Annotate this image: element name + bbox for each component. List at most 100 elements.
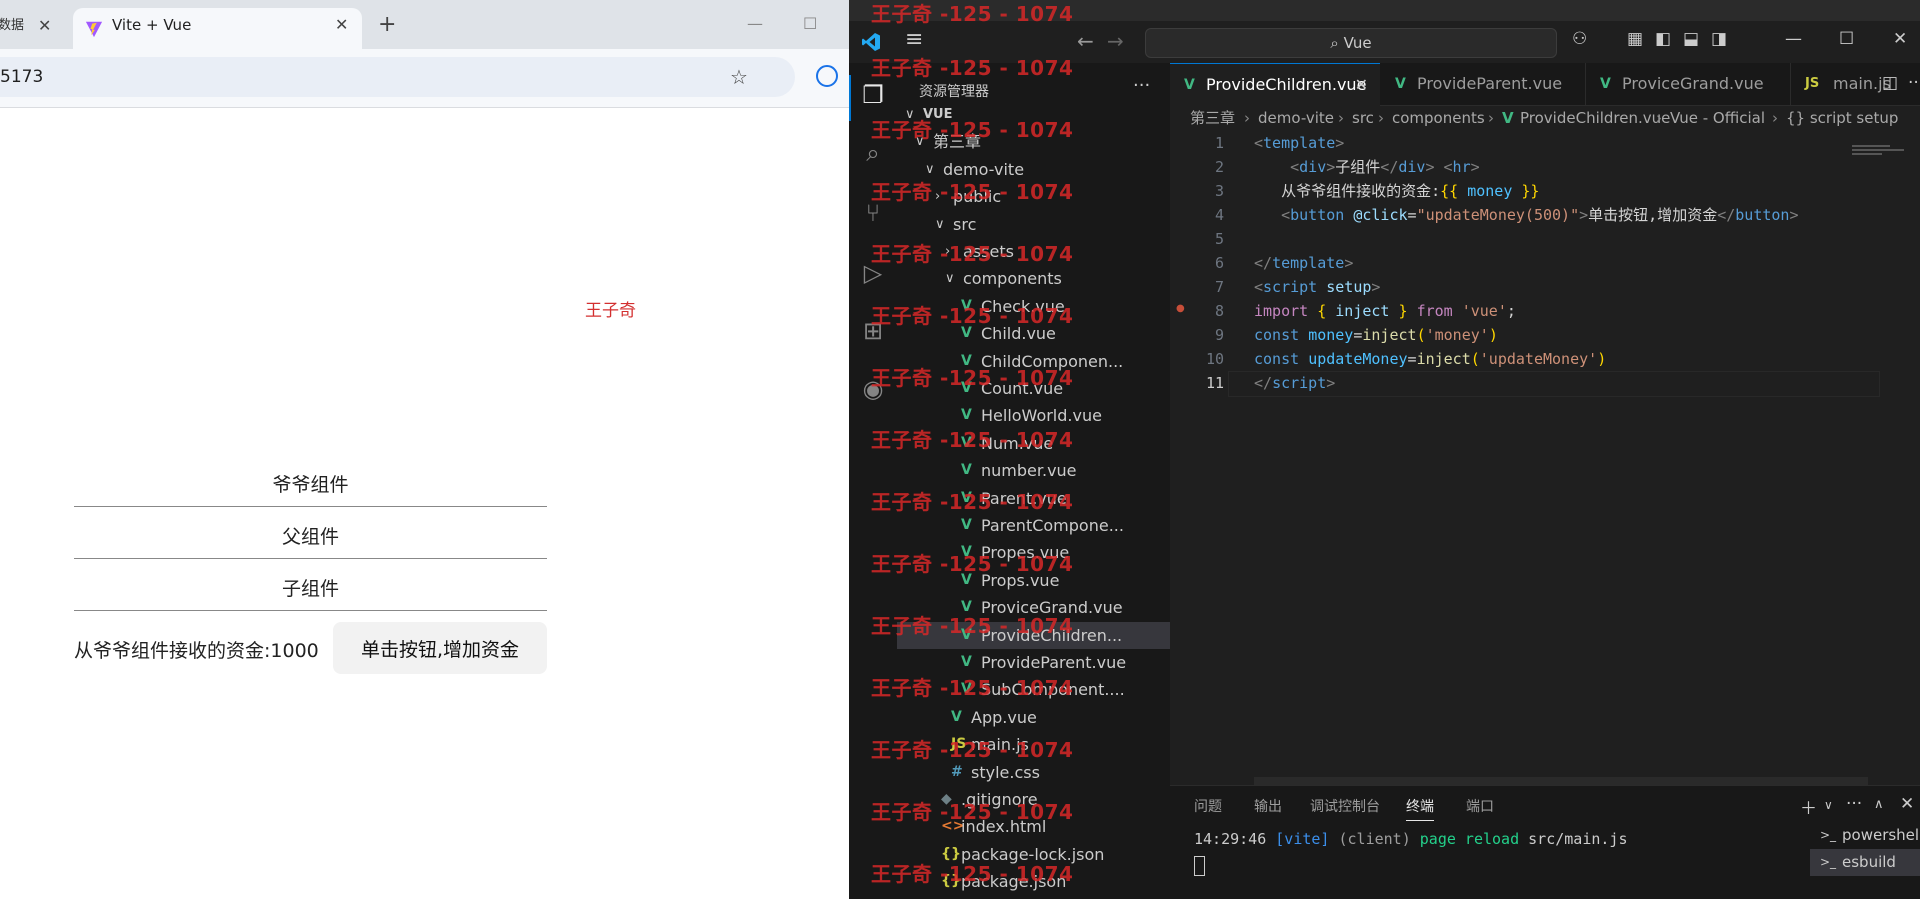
panel-tab-problems[interactable]: 问题 (1194, 796, 1222, 816)
tree-item[interactable]: ∨ src (897, 211, 1170, 238)
tree-item[interactable]: # style.css (897, 759, 1170, 786)
panel-tab-output[interactable]: 输出 (1254, 796, 1282, 816)
tree-item[interactable]: JS main.js (897, 731, 1170, 758)
maximize-icon[interactable]: ☐ (803, 12, 817, 36)
tree-item[interactable]: V App.vue (897, 704, 1170, 731)
code-line[interactable]: 6 </template> (1170, 251, 1890, 275)
add-money-button[interactable]: 单击按钮,增加资金 (333, 622, 547, 674)
editor-tab[interactable]: V ProvideChildren.vue ✕ (1170, 63, 1380, 106)
close-icon[interactable]: ✕ (1893, 29, 1907, 49)
tree-item[interactable]: › public (897, 183, 1170, 210)
tree-item[interactable]: Vnumber.vue (897, 457, 1170, 484)
tree-item[interactable]: V Count.vue (897, 375, 1170, 402)
tree-item[interactable]: V Props.vue (897, 567, 1170, 594)
forward-arrow-icon[interactable]: → (1107, 29, 1124, 53)
breadcrumb-item[interactable]: {} script setup (1786, 105, 1898, 131)
horizontal-scrollbar[interactable] (1254, 777, 1868, 785)
more-actions-icon[interactable]: ··· (1133, 75, 1150, 96)
more-actions-icon[interactable]: ··· (1908, 73, 1920, 93)
maximize-icon[interactable]: ☐ (1839, 29, 1854, 49)
tree-item[interactable]: V Child.vue (897, 320, 1170, 347)
close-icon[interactable]: ✕ (1355, 64, 1368, 106)
extensions-icon[interactable]: ⊞ (859, 317, 887, 345)
editor-tab[interactable]: V ProvideParent.vue (1381, 63, 1586, 105)
minimize-icon[interactable]: — (1785, 29, 1802, 49)
profile-icon[interactable] (816, 65, 838, 87)
tree-item[interactable]: V Propes.vue (897, 539, 1170, 566)
code-line[interactable]: 8 import { inject } from 'vue'; (1170, 299, 1890, 323)
tree-item[interactable]: <> index.html (897, 813, 1170, 840)
browser-tab-active[interactable]: Vite + Vue ✕ (73, 8, 362, 49)
tree-item[interactable]: {} package.json (897, 868, 1170, 895)
breadcrumb-item[interactable]: Vue - Official (1670, 105, 1765, 131)
tree-item[interactable]: V Parent.vue (897, 485, 1170, 512)
tree-item[interactable]: ∨ 第三章 (897, 128, 1170, 155)
tree-item[interactable]: V SubComponent.... (897, 676, 1170, 703)
more-actions-icon[interactable]: ··· (1846, 794, 1862, 814)
new-terminal-icon[interactable]: ＋ (1800, 794, 1817, 819)
toggle-secondary-sidebar-icon[interactable]: ◨ (1711, 29, 1727, 49)
editor-tab[interactable]: V ProviceGrand.vue (1586, 63, 1791, 105)
maximize-panel-icon[interactable]: ∧ (1874, 797, 1884, 812)
browser-tab-previous[interactable]: 数据 ✕ (0, 10, 64, 42)
code-editor[interactable]: 1 <template> 2 <div>子组件</div> <hr> 3 从爷爷组件接… (1170, 131, 1920, 785)
code-line[interactable]: 2 <div>子组件</div> <hr> (1170, 155, 1890, 179)
breadcrumb-item[interactable]: demo-vite (1258, 105, 1334, 131)
close-icon[interactable]: ✕ (38, 10, 51, 42)
panel-tab-ports[interactable]: 端口 (1466, 796, 1494, 816)
customize-layout-icon[interactable]: ▦ (1627, 29, 1643, 49)
tree-item[interactable]: ∨ components (897, 265, 1170, 292)
tree-item[interactable]: V ProvideChildren... (897, 621, 1170, 649)
code-line[interactable]: 11 </script> (1170, 371, 1890, 395)
minimap[interactable] (1852, 145, 1912, 157)
tree-item[interactable]: V HelloWorld.vue (897, 402, 1170, 429)
breadcrumb-item[interactable]: 第三章 (1190, 105, 1235, 131)
bookmark-star-icon[interactable]: ☆ (730, 57, 748, 97)
code-line[interactable]: 3 从爷爷组件接收的资金:{{ money }} (1170, 179, 1890, 203)
breadcrumb-item[interactable]: ProvideChildren.vue (1520, 105, 1670, 131)
edge-devtools-icon[interactable]: ◉ (859, 375, 887, 403)
panel-tab-debug-console[interactable]: 调试控制台 (1310, 796, 1380, 816)
split-editor-icon[interactable]: ◫ (1882, 73, 1898, 93)
close-icon[interactable]: ✕ (1900, 794, 1914, 814)
tree-item[interactable]: › assets (897, 238, 1170, 265)
tree-item[interactable]: ◆ .gitignore (897, 786, 1170, 813)
breakpoint-dot-icon[interactable]: ● (1176, 303, 1185, 314)
explorer-icon[interactable]: ❐ (859, 81, 887, 109)
breadcrumb-item[interactable]: src (1352, 105, 1374, 131)
code-line[interactable]: 1 <template> (1170, 131, 1890, 155)
editor-tab[interactable]: JS main.js (1791, 63, 1891, 105)
run-debug-icon[interactable]: ▷ (859, 259, 887, 287)
code-line[interactable]: 7 <script setup> (1170, 275, 1890, 299)
code-line[interactable]: 10 const updateMoney=inject('updateMoney'… (1170, 347, 1890, 371)
panel-tab-terminal[interactable]: 终端 (1406, 796, 1434, 821)
search-icon[interactable]: ⌕ (859, 139, 887, 167)
back-arrow-icon[interactable]: ← (1077, 29, 1094, 53)
toggle-panel-icon[interactable]: ⬓ (1683, 29, 1699, 49)
terminal-item[interactable]: >_ esbuild (1810, 849, 1920, 876)
tree-item[interactable]: {} package-lock.json (897, 841, 1170, 868)
tree-item[interactable]: V ParentCompone... (897, 512, 1170, 539)
tree-item[interactable]: ∨ VUE (897, 101, 1170, 128)
code-line[interactable]: 9 const money=inject('money') (1170, 323, 1890, 347)
code-line[interactable]: 4 <button @click="updateMoney(500)">单击按钮… (1170, 203, 1890, 227)
copilot-icon[interactable]: ⚇ (1572, 29, 1587, 49)
toggle-sidebar-icon[interactable]: ◧ (1655, 29, 1671, 49)
minimize-icon[interactable]: — (747, 12, 763, 36)
tree-item[interactable]: ∨ demo-vite (897, 156, 1170, 183)
terminal-item[interactable]: >_ powershell (1810, 822, 1920, 849)
close-icon[interactable]: ✕ (335, 8, 348, 42)
code-line[interactable]: 5 (1170, 227, 1890, 251)
breadcrumb-item[interactable]: components (1392, 105, 1485, 131)
url-text[interactable]: 5173 (0, 57, 43, 97)
new-tab-icon[interactable]: + (378, 9, 396, 41)
address-bar[interactable]: 5173 ☆ (0, 57, 795, 97)
tree-item[interactable]: V ChildComponen... (897, 348, 1170, 375)
tree-item[interactable]: V Check.vue (897, 293, 1170, 320)
tree-item[interactable]: V ProviceGrand.vue (897, 594, 1170, 621)
source-control-icon[interactable]: ⑂ (859, 199, 887, 227)
chevron-down-icon[interactable]: ∨ (1824, 798, 1833, 812)
tree-item[interactable]: V Num.vue (897, 430, 1170, 457)
menu-icon[interactable]: ≡ (905, 27, 923, 52)
command-center-search[interactable]: ⌕ Vue (1145, 28, 1557, 58)
